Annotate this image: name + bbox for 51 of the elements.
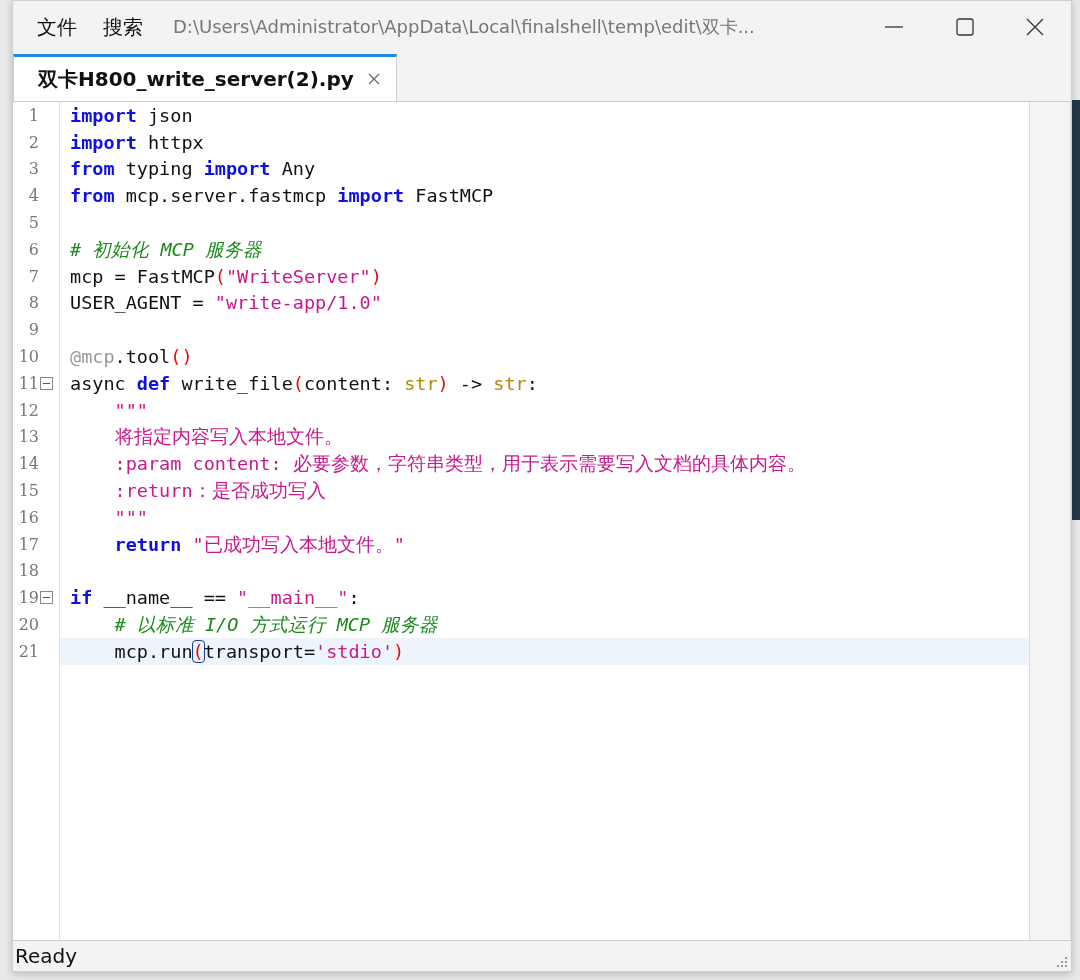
line-number: 11: [17, 373, 39, 393]
code-line: from typing import Any: [70, 158, 316, 180]
code-line: 将指定内容写入本地文件。: [113, 425, 343, 450]
scrollbar[interactable]: [1029, 102, 1071, 940]
menu-item[interactable]: 文件: [37, 13, 77, 41]
code-line: :param content: 必要参数，字符串类型，用于表示需要写入文档的具体内容。: [113, 452, 806, 477]
code-line: return "已成功写入本地文件。": [113, 532, 405, 557]
line-number: 13: [17, 427, 39, 447]
code-line: async def write_file(content: str) -> str:: [70, 372, 538, 394]
collapse-icon[interactable]: [40, 376, 53, 390]
collapse-icon[interactable]: [40, 591, 53, 605]
maximize-icon[interactable]: [955, 17, 975, 37]
line-number: 15: [17, 481, 39, 501]
code-line: import httpx: [70, 131, 204, 153]
code-line: from mcp.server.fastmcp import FastMCP: [70, 185, 494, 207]
line-number: 6: [27, 239, 39, 259]
line-number: 12: [17, 400, 39, 420]
code-line: import json: [70, 104, 193, 126]
code-line: # 初始化 MCP 服务器: [70, 237, 262, 262]
code-line: mcp = FastMCP("WriteServer"): [70, 265, 382, 287]
code-line: :return：是否成功写入: [113, 479, 326, 504]
line-number: 19: [17, 588, 39, 608]
file-tab[interactable]: 双卡H800_write_server(2).py: [13, 54, 397, 101]
line-number: 14: [17, 454, 39, 474]
line-number: 17: [17, 534, 39, 554]
line-number: 9: [27, 320, 39, 340]
line-number: 16: [17, 507, 39, 527]
line-number: 5: [27, 213, 39, 233]
close-icon[interactable]: [1025, 17, 1045, 37]
close-icon[interactable]: [367, 73, 380, 85]
code-line: if __name__ == "__main__":: [70, 587, 360, 609]
code-line: """: [113, 399, 148, 421]
line-number: 1: [27, 105, 39, 125]
line-number: 20: [17, 615, 39, 635]
line-number: 7: [27, 266, 39, 286]
line-number: 8: [27, 293, 39, 313]
code-line: @mcp.tool(): [70, 346, 193, 368]
line-number: 4: [27, 186, 39, 206]
code-line: mcp.run(transport='stdio'): [113, 640, 405, 662]
code-line: # 以标准 I/O 方式运行 MCP 服务器: [113, 613, 439, 638]
line-number: 3: [27, 159, 39, 179]
file-path: D:\Users\Administrator\AppData\Local\finalshell\temp\edit\双卡...: [173, 15, 755, 39]
status-text: Ready: [15, 944, 78, 968]
line-number: 2: [27, 132, 39, 152]
code-line: """: [113, 506, 148, 528]
menu-item[interactable]: 搜索: [103, 13, 143, 41]
line-number: 18: [17, 561, 39, 581]
resize-grip-icon[interactable]: [1055, 955, 1069, 969]
line-number: 10: [17, 347, 39, 367]
code-line: USER_AGENT = "write-app/1.0": [70, 292, 382, 314]
line-number: 21: [17, 641, 39, 661]
